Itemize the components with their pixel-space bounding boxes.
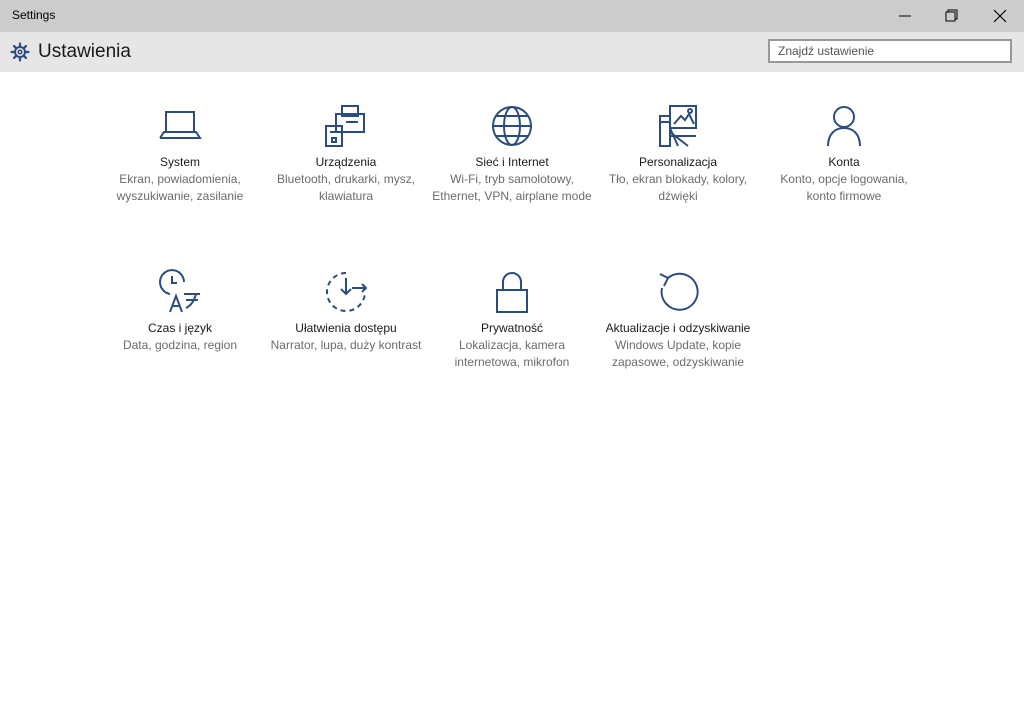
tile-label: Konta <box>828 155 860 169</box>
title-bar: Settings <box>0 0 1024 32</box>
minimize-button[interactable] <box>882 0 928 32</box>
tile-description: Ekran, powiadomienia, wyszukiwanie, zasi… <box>116 172 244 203</box>
tile-label: Urządzenia <box>315 155 377 169</box>
search-input[interactable] <box>768 39 1012 63</box>
laptop-icon <box>159 111 202 139</box>
tile-label: System <box>159 155 200 169</box>
close-button[interactable] <box>976 0 1022 32</box>
tile-update-recovery[interactable]: Aktualizacje i odzyskiwanie Windows Upda… <box>598 268 758 371</box>
time-language-icon <box>159 269 200 313</box>
window-title: Settings <box>12 8 56 22</box>
tile-label: Aktualizacje i odzyskiwanie <box>605 321 751 335</box>
tile-description: Bluetooth, drukarki, mysz, klawiatura <box>276 172 416 203</box>
tile-system[interactable]: System Ekran, powiadomienia, wyszukiwani… <box>100 102 260 205</box>
tile-time-language[interactable]: Czas i język Data, godzina, region <box>100 268 260 354</box>
tile-description: Tło, ekran blokady, kolory, dźwięki <box>608 172 748 203</box>
tile-description: Narrator, lupa, duży kontrast <box>270 338 422 352</box>
gear-icon <box>10 42 30 62</box>
tile-label: Prywatność <box>480 321 544 335</box>
app-header: Ustawienia <box>0 32 1024 72</box>
refresh-icon <box>659 272 699 311</box>
minimize-icon <box>899 15 911 17</box>
tile-description: Lokalizacja, kamera internetowa, mikrofo… <box>454 338 570 369</box>
settings-window: Settings Ustawienia Znajdź ustawienie Sy… <box>0 0 1024 728</box>
tile-accessibility[interactable]: Ułatwienia dostępu Narrator, lupa, duży … <box>266 268 426 354</box>
tile-label: Czas i język <box>147 321 212 335</box>
tile-description: Wi-Fi, tryb samolotowy, Ethernet, VPN, a… <box>432 172 592 203</box>
tile-description: Windows Update, kopie zapasowe, odzyskiw… <box>611 338 745 369</box>
tile-label: Ułatwienia dostępu <box>295 321 397 335</box>
restore-button[interactable] <box>928 0 974 32</box>
restore-icon <box>945 9 958 22</box>
tile-description: Data, godzina, region <box>122 338 238 352</box>
lock-icon <box>496 272 528 313</box>
printer-icon <box>325 105 365 147</box>
tile-personalization[interactable]: Personalizacja Tło, ekran blokady, kolor… <box>598 102 758 205</box>
personalization-icon <box>659 105 697 147</box>
tile-label: Personalizacja <box>638 155 718 169</box>
tile-description: Konto, opcje logowania, konto firmowe <box>780 172 908 203</box>
globe-icon <box>492 106 532 146</box>
tile-network[interactable]: Sieć i Internet Wi-Fi, tryb samolotowy, … <box>432 102 592 205</box>
tile-devices[interactable]: Urządzenia Bluetooth, drukarki, mysz, kl… <box>266 102 426 205</box>
accessibility-icon <box>326 272 368 312</box>
person-icon <box>827 106 861 147</box>
tile-accounts[interactable]: Konta Konto, opcje logowania, konto firm… <box>764 102 924 205</box>
close-icon <box>993 9 1007 23</box>
tile-privacy[interactable]: Prywatność Lokalizacja, kamera interneto… <box>432 268 592 371</box>
page-title: Ustawienia <box>38 41 131 62</box>
tile-label: Sieć i Internet <box>475 155 549 169</box>
